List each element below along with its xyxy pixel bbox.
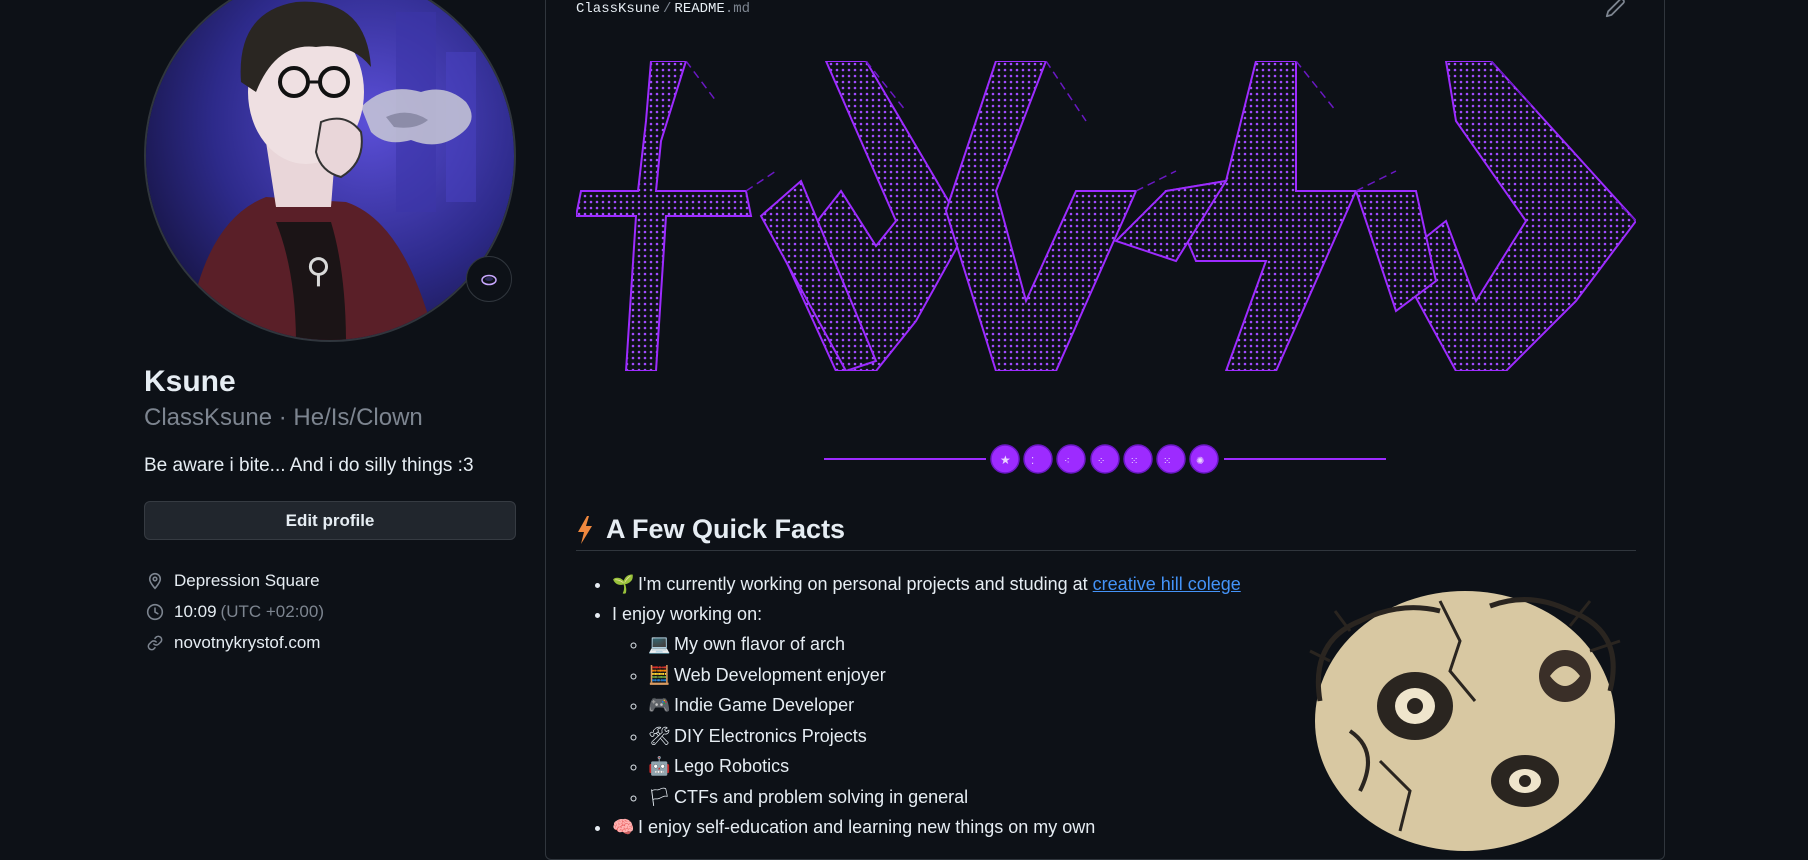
- list-item: 🧮Web Development enjoyer: [648, 660, 1286, 691]
- avatar[interactable]: ⚲: [144, 0, 516, 342]
- profile-pronouns: He/Is/Clown: [293, 404, 423, 431]
- quick-facts-heading: A Few Quick Facts: [576, 509, 1636, 551]
- robot-icon: 🤖: [648, 756, 671, 776]
- dragon-ball-divider: ★ ⁚ ⁖ ⁘ ⁙ ⁙ ✺: [824, 439, 1386, 479]
- lightning-icon: [578, 515, 592, 544]
- list-item: 🛠DIY Electronics Projects: [648, 721, 1286, 752]
- abacus-icon: 🧮: [648, 664, 671, 685]
- profile-details: Depression Square 10:09 (UTC +02:00) nov…: [144, 565, 324, 658]
- college-link[interactable]: creative hill colege: [1093, 574, 1241, 594]
- link-icon: [144, 632, 166, 654]
- readme-panel: ClassKsune / README.md ★ ⁚ ⁖ ⁘ ⁙ ⁙ ✺ A F…: [545, 0, 1665, 860]
- list-item-text: My own flavor of arch: [674, 634, 846, 654]
- profile-website[interactable]: novotnykrystof.com: [144, 627, 324, 658]
- fact-item: 🌱I'm currently working on personal proje…: [612, 569, 1286, 599]
- quick-facts-list: 🌱I'm currently working on personal proje…: [586, 569, 1286, 842]
- avatar-container: ⚲: [144, 0, 516, 342]
- profile-sidebar: ⚲ Ksune ClassKsune · He/Is/Clown Be awar…: [144, 0, 516, 842]
- edit-profile-button[interactable]: Edit profile: [144, 501, 516, 540]
- svg-text:★: ★: [1000, 453, 1011, 467]
- readme-banner-image: [574, 60, 1638, 373]
- svg-text:⁙: ⁙: [1163, 456, 1171, 467]
- profile-display-name: Ksune: [144, 365, 236, 398]
- svg-text:⚲: ⚲: [306, 251, 331, 291]
- list-item: 🎮Indie Game Developer: [648, 690, 1286, 721]
- skull-illustration: [1290, 581, 1640, 851]
- list-item-text: Web Development enjoyer: [674, 664, 886, 685]
- fact-working-on-text: I enjoy working on:: [612, 604, 763, 624]
- profile-location: Depression Square: [144, 565, 324, 596]
- readme-owner[interactable]: ClassKsune: [576, 1, 660, 17]
- fact-studying-text: I'm currently working on personal projec…: [638, 574, 1093, 594]
- list-item: 💻My own flavor of arch: [648, 629, 1286, 660]
- profile-local-time: 10:09 (UTC +02:00): [144, 596, 324, 627]
- seedling-icon: 🌱: [612, 574, 635, 594]
- svg-text:⁘: ⁘: [1097, 456, 1105, 467]
- fact-item: I enjoy working on: 💻My own flavor of ar…: [612, 599, 1286, 812]
- edit-readme-button[interactable]: [1604, 0, 1626, 19]
- clock-icon: [144, 601, 166, 623]
- list-item-text: DIY Electronics Projects: [674, 725, 867, 746]
- local-time-text: 10:09: [174, 601, 217, 621]
- svg-text:⁚: ⁚: [1031, 456, 1034, 467]
- readme-file-ext: .md: [724, 1, 751, 17]
- list-item: 🏳CTFs and problem solving in general: [648, 782, 1286, 813]
- working-on-sublist: 💻My own flavor of arch 🧮Web Development …: [612, 629, 1286, 812]
- fact-item: 🧠I enjoy self-education and learning new…: [612, 812, 1286, 842]
- set-status-button[interactable]: [466, 256, 512, 302]
- profile-username-line: ClassKsune · He/Is/Clown: [144, 404, 423, 432]
- fact-self-education-text: I enjoy self-education and learning new …: [638, 817, 1096, 837]
- svg-text:⁙: ⁙: [1130, 456, 1138, 467]
- svg-text:⁖: ⁖: [1064, 456, 1070, 467]
- brain-icon: 🧠: [612, 817, 635, 837]
- readme-breadcrumb: ClassKsune / README.md: [576, 1, 750, 17]
- gamepad-icon: 🎮: [648, 695, 671, 715]
- location-text: Depression Square: [174, 570, 320, 590]
- quick-facts-title: A Few Quick Facts: [606, 514, 846, 544]
- pencil-icon: [1605, 0, 1625, 18]
- status-emoji-icon: [481, 274, 497, 286]
- profile-bio: Be aware i bite... And i do silly things…: [144, 455, 474, 476]
- list-item: 🤖Lego Robotics: [648, 751, 1286, 782]
- tools-icon: 🛠: [648, 725, 671, 746]
- list-item-text: Indie Game Developer: [674, 695, 855, 715]
- website-link[interactable]: novotnykrystof.com: [174, 633, 320, 653]
- breadcrumb-separator: /: [663, 1, 672, 17]
- flag-icon: 🏳: [648, 786, 671, 807]
- profile-username: ClassKsune: [144, 404, 273, 431]
- location-icon: [144, 570, 166, 592]
- list-item-text: CTFs and problem solving in general: [674, 786, 969, 807]
- timezone-text: (UTC +02:00): [220, 601, 324, 621]
- readme-file-base: README: [674, 1, 725, 17]
- laptop-icon: 💻: [648, 634, 671, 654]
- svg-text:✺: ✺: [1196, 456, 1204, 467]
- username-separator: ·: [278, 404, 287, 431]
- list-item-text: Lego Robotics: [674, 756, 790, 776]
